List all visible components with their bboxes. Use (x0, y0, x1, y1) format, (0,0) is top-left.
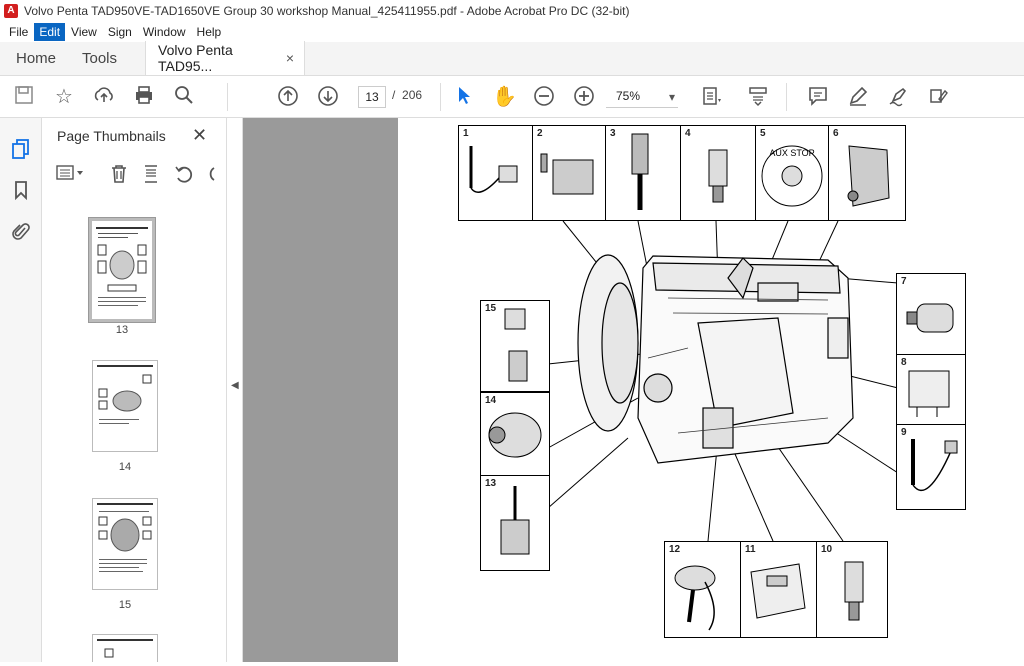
callout-box-5: 5 AUX STOP (755, 125, 829, 221)
callout-number: 10 (821, 544, 833, 555)
scrolling-mode-icon[interactable] (746, 85, 770, 109)
navigation-pane-bar (0, 118, 42, 662)
window-title: Volvo Penta TAD950VE-TAD1650VE Group 30 … (24, 4, 630, 18)
close-tab-icon[interactable]: × (286, 50, 294, 66)
bookmark-star-icon[interactable]: ☆ (52, 85, 76, 109)
callout-number: 3 (610, 128, 616, 139)
tab-document-label: Volvo Penta TAD95... (158, 42, 233, 74)
callout-box-1: 1 (458, 125, 533, 221)
tab-document[interactable]: Volvo Penta TAD95... × (145, 41, 305, 75)
zoom-out-icon[interactable] (532, 85, 556, 109)
previous-page-icon[interactable] (276, 85, 300, 109)
fit-page-icon[interactable] (700, 85, 724, 109)
page-thumbnail-13[interactable] (88, 217, 156, 323)
callout-box-13: 13 (480, 475, 550, 571)
toolbar-separator (786, 83, 787, 111)
bookmarks-icon[interactable] (10, 180, 32, 202)
callout-box-7: 7 (896, 273, 966, 357)
page-thumbnail-16[interactable] (92, 634, 158, 662)
pdf-page: 1 2 3 4 5 AUX STOP 6 7 8 9 15 14 13 12 1… (398, 118, 1024, 662)
menu-view[interactable]: View (66, 23, 102, 41)
close-panel-icon[interactable]: ✕ (192, 125, 207, 146)
toolbar-separator (227, 83, 228, 111)
callout-box-14: 14 (480, 392, 550, 476)
toolbar-separator (440, 83, 441, 111)
zoom-in-icon[interactable] (572, 85, 596, 109)
aux-stop-label: AUX STOP (769, 148, 814, 158)
callout-number: 7 (901, 276, 907, 287)
attachments-paperclip-icon[interactable] (10, 222, 32, 244)
menu-help[interactable]: Help (192, 23, 227, 41)
callout-number: 14 (485, 395, 497, 406)
delete-page-icon[interactable] (110, 164, 128, 189)
menu-sign[interactable]: Sign (103, 23, 137, 41)
highlight-pen-icon[interactable] (846, 85, 870, 109)
callout-box-10: 10 (816, 541, 888, 638)
page-thumbnail-15[interactable] (92, 498, 158, 590)
callout-box-4: 4 (680, 125, 756, 221)
callout-number: 11 (745, 544, 756, 555)
callout-box-8: 8 (896, 354, 966, 426)
menu-file[interactable]: File (4, 23, 33, 41)
callout-number: 1 (463, 128, 469, 139)
insert-page-icon[interactable] (142, 164, 160, 189)
callout-number: 6 (833, 128, 839, 139)
callout-box-11: 11 (740, 541, 817, 638)
callout-box-6: 6 (828, 125, 906, 221)
tab-tools[interactable]: Tools (70, 41, 145, 75)
callout-number: 9 (901, 427, 907, 438)
next-page-icon[interactable] (316, 85, 340, 109)
fill-sign-icon[interactable] (926, 85, 950, 109)
main-toolbar: ☆ ✋ ▾ (0, 76, 1024, 118)
title-bar: A Volvo Penta TAD950VE-TAD1650VE Group 3… (0, 0, 1024, 22)
print-icon[interactable] (132, 85, 156, 109)
tab-bar: Home Tools Volvo Penta TAD95... × (0, 41, 1024, 76)
collapse-arrow-icon[interactable]: ◀ (231, 380, 239, 391)
menu-bar: File Edit View Sign Window Help (0, 22, 1024, 42)
thumbnail-label-15: 15 (118, 599, 132, 611)
callout-number: 8 (901, 357, 907, 368)
callout-number: 12 (669, 544, 681, 555)
callout-box-12: 12 (664, 541, 741, 638)
callout-box-15: 15 (480, 300, 550, 392)
page-thumbnails-icon[interactable] (10, 138, 32, 160)
page-thumbnail-14[interactable] (92, 360, 158, 452)
hand-tool-icon[interactable]: ✋ (492, 85, 517, 109)
rotate-clockwise-icon[interactable] (202, 164, 216, 189)
callout-number: 13 (485, 478, 497, 489)
menu-window[interactable]: Window (138, 23, 191, 41)
tab-home[interactable]: Home (0, 41, 70, 75)
select-cursor-icon[interactable] (452, 85, 476, 109)
thumbnails-panel-title: Page Thumbnails (57, 128, 166, 144)
callout-number: 5 (760, 128, 766, 139)
callout-number: 2 (537, 128, 543, 139)
document-viewer[interactable]: 1 2 3 4 5 AUX STOP 6 7 8 9 15 14 13 12 1… (243, 118, 1024, 662)
menu-edit[interactable]: Edit (34, 23, 66, 41)
callout-box-3: 3 (605, 125, 681, 221)
page-total: 206 (402, 88, 423, 102)
thumbnail-options-icon[interactable] (56, 164, 86, 187)
collapse-panel-handle[interactable]: ◀ (227, 118, 243, 662)
thumbnail-label-14: 14 (118, 461, 132, 473)
thumbnail-label-13: 13 (115, 324, 129, 336)
comment-icon[interactable] (806, 85, 830, 109)
callout-number: 15 (485, 303, 497, 314)
save-icon[interactable] (12, 85, 36, 109)
rotate-counterclockwise-icon[interactable] (174, 164, 194, 189)
sign-pen-icon[interactable] (886, 85, 910, 109)
page-thumbnails-panel: Page Thumbnails ✕ 13 14 15 (42, 118, 256, 662)
callout-box-9: 9 (896, 424, 966, 510)
zoom-search-icon[interactable] (172, 85, 196, 109)
page-number-input[interactable]: 13 (358, 86, 386, 108)
page-separator: / (392, 88, 396, 102)
callout-number: 4 (685, 128, 691, 139)
cloud-upload-icon[interactable] (92, 85, 116, 109)
acrobat-app-icon: A (4, 4, 18, 18)
page-count: / 206 (392, 88, 422, 102)
zoom-level-field[interactable]: 75% (606, 86, 678, 108)
callout-box-2: 2 (532, 125, 606, 221)
